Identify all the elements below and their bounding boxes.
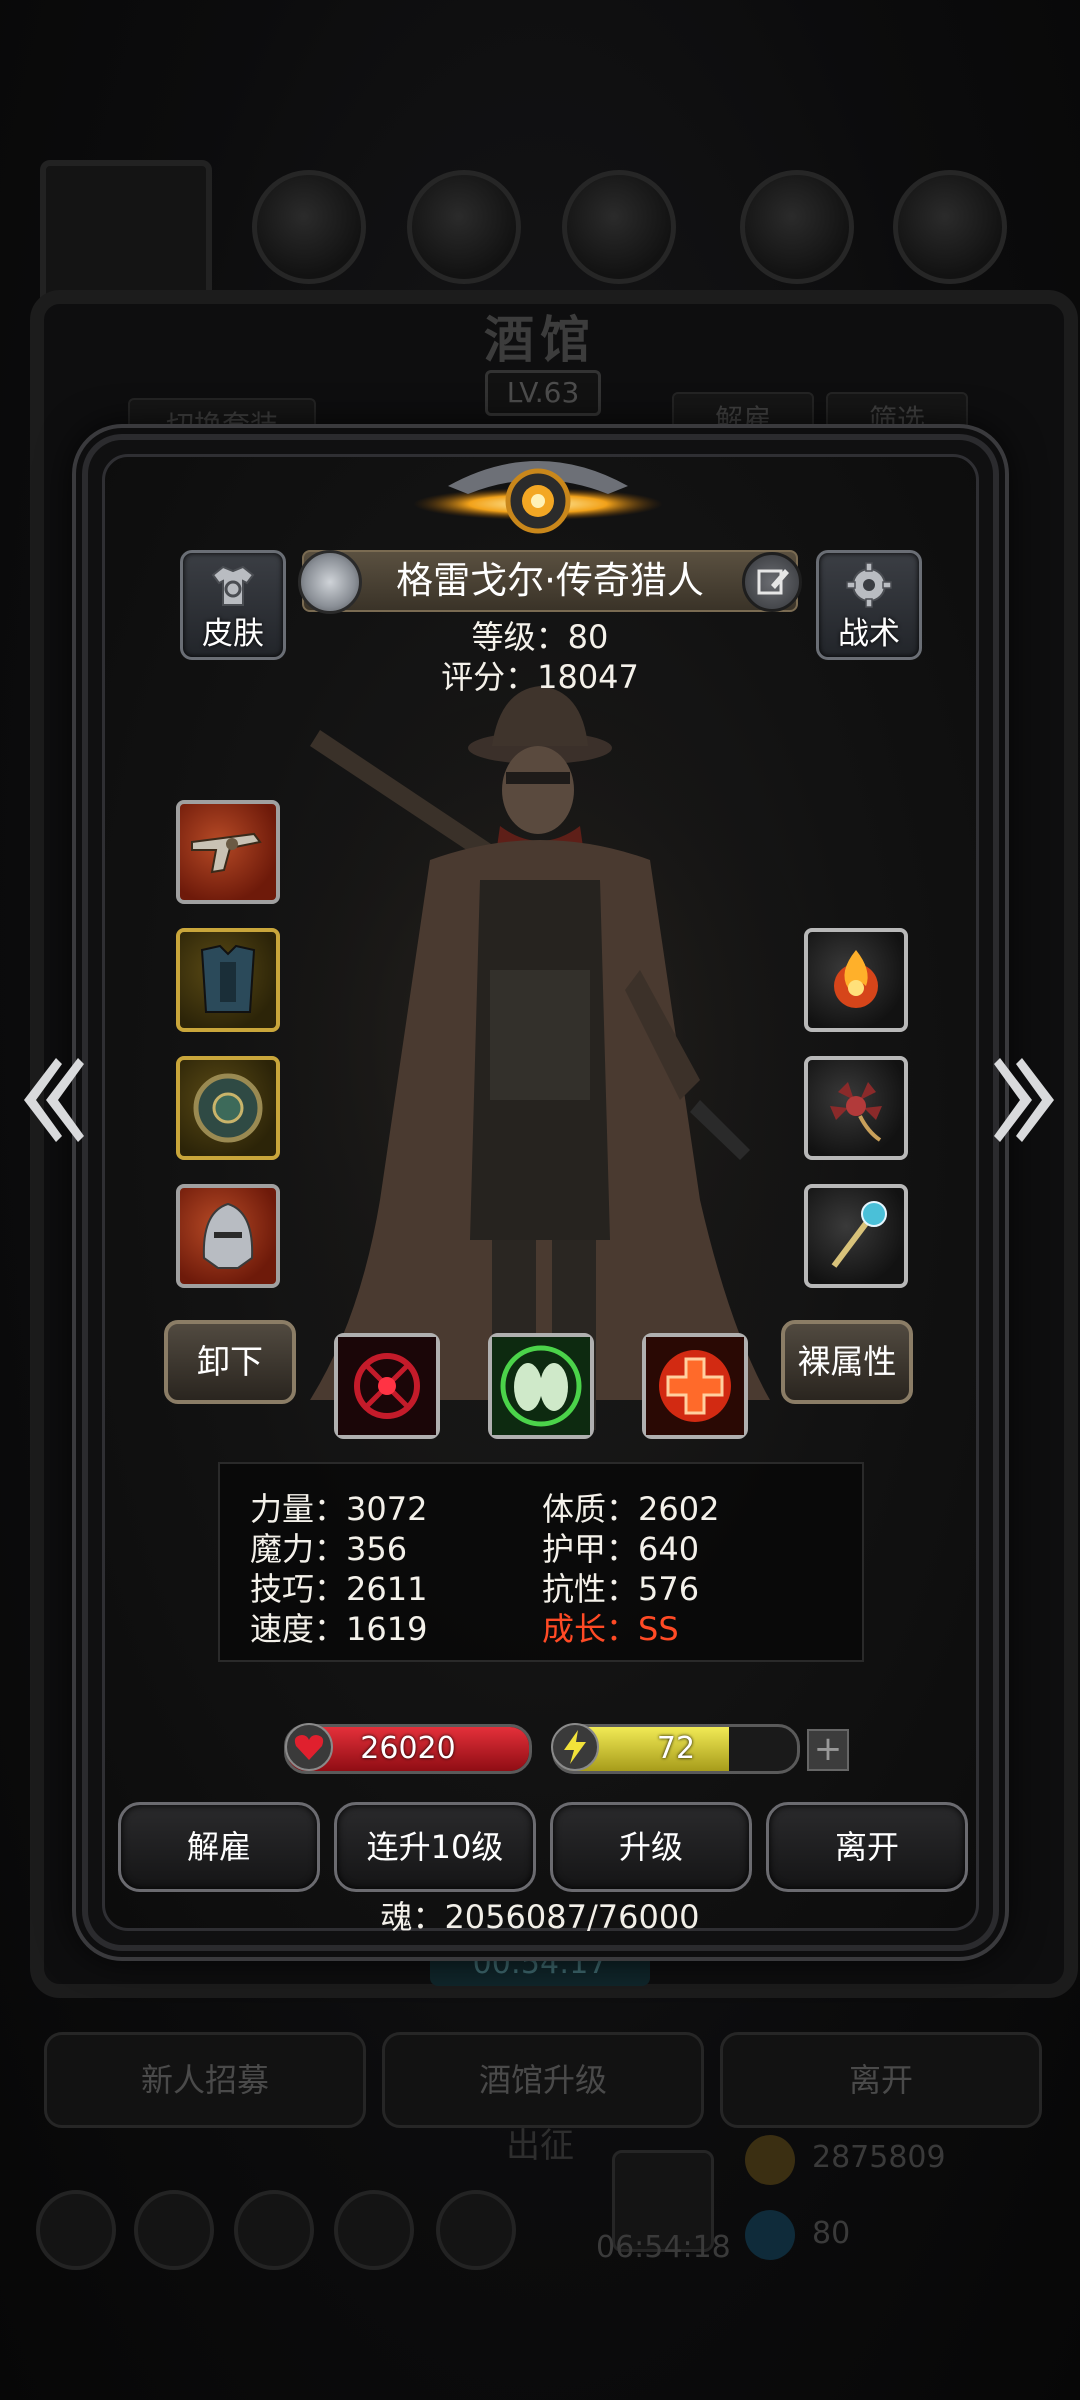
bg-icon-circle bbox=[740, 170, 854, 284]
revolver-icon bbox=[191, 832, 262, 874]
bg-dock-icon bbox=[36, 2190, 116, 2270]
heart-icon bbox=[285, 1723, 333, 1771]
gear-icon bbox=[846, 562, 892, 608]
previous-hero-arrow-icon[interactable] bbox=[16, 1050, 86, 1150]
equip-slot-shield[interactable] bbox=[176, 1056, 280, 1160]
base-attributes-button[interactable]: 裸属性 bbox=[781, 1320, 913, 1404]
equip-slot-helmet[interactable] bbox=[176, 1184, 280, 1288]
lightning-icon bbox=[551, 1723, 599, 1771]
shield-icon bbox=[193, 1073, 263, 1143]
gem-icon bbox=[745, 2210, 795, 2260]
next-hero-arrow-icon[interactable] bbox=[992, 1050, 1062, 1150]
bg-recruit-button: 新人招募 bbox=[44, 2032, 366, 2128]
spiked-flail-icon bbox=[830, 1082, 882, 1142]
hero-name: 格雷戈尔·传奇猎人 bbox=[396, 559, 704, 602]
bg-gem-amount: 80 bbox=[812, 2216, 851, 2251]
shirt-icon bbox=[211, 565, 255, 606]
add-energy-button[interactable]: + bbox=[807, 1729, 849, 1771]
edit-name-icon[interactable] bbox=[742, 552, 802, 612]
attr-growth: 成长：SS bbox=[542, 1610, 679, 1648]
crest-emblem-icon bbox=[413, 461, 663, 534]
bg-dock-timer: 06:54:18 bbox=[596, 2230, 731, 2265]
bg-dock-icon bbox=[436, 2190, 516, 2270]
bg-tavern-level: LV.63 bbox=[485, 370, 601, 416]
bg-icon-circle bbox=[562, 170, 676, 284]
armor-icon bbox=[200, 944, 256, 1013]
dismiss-button[interactable]: 解雇 bbox=[118, 1802, 320, 1892]
bg-icon-circle bbox=[252, 170, 366, 284]
skill-slot-1[interactable] bbox=[334, 1333, 440, 1439]
equip-slot-accessory-3[interactable] bbox=[804, 1184, 908, 1288]
bg-timer: 00:54:17 bbox=[430, 1942, 650, 1986]
equip-slot-armor[interactable] bbox=[176, 928, 280, 1032]
fire-orb-icon bbox=[834, 950, 878, 1008]
hero-name-bar: 格雷戈尔·传奇猎人 bbox=[298, 550, 802, 614]
bg-dock-icon bbox=[234, 2190, 314, 2270]
equip-slot-accessory-2[interactable] bbox=[804, 1056, 908, 1160]
scepter-icon bbox=[831, 1201, 887, 1268]
bg-icon-circle bbox=[893, 170, 1007, 284]
equip-slot-accessory-1[interactable] bbox=[804, 928, 908, 1032]
equip-slot-weapon[interactable] bbox=[176, 800, 280, 904]
helmet-icon bbox=[202, 1202, 254, 1269]
unequip-button[interactable]: 卸下 bbox=[164, 1320, 296, 1404]
gold-coin-icon bbox=[745, 2135, 795, 2185]
soul-counter: 魂：2056087/76000 bbox=[380, 1898, 700, 1936]
heal-skill-icon bbox=[646, 1337, 744, 1435]
bg-dock-icon bbox=[334, 2190, 414, 2270]
skill-slot-3[interactable] bbox=[642, 1333, 748, 1439]
hero-score: 评分：18047 bbox=[441, 658, 639, 696]
leave-button[interactable]: 离开 bbox=[766, 1802, 968, 1892]
bg-icon-circle bbox=[407, 170, 521, 284]
upgrade-10-button[interactable]: 连升10级 bbox=[334, 1802, 536, 1892]
attributes-panel: 力量：3072 体质：2602 魔力：356 护甲：640 技巧：2611 抗性… bbox=[218, 1462, 864, 1662]
target-skill-icon bbox=[338, 1337, 436, 1435]
bg-tavern-upgrade-button: 酒馆升级 bbox=[382, 2032, 704, 2128]
bg-dock-icon bbox=[134, 2190, 214, 2270]
bg-leave-button: 离开 bbox=[720, 2032, 1042, 2128]
green-skill-icon bbox=[492, 1337, 590, 1435]
bg-tavern-title: 酒馆 bbox=[484, 311, 596, 369]
upgrade-button[interactable]: 升级 bbox=[550, 1802, 752, 1892]
skill-slot-2[interactable] bbox=[488, 1333, 594, 1439]
bg-gold-amount: 2875809 bbox=[812, 2140, 946, 2175]
attr-speed: 速度：1619 bbox=[250, 1610, 428, 1648]
